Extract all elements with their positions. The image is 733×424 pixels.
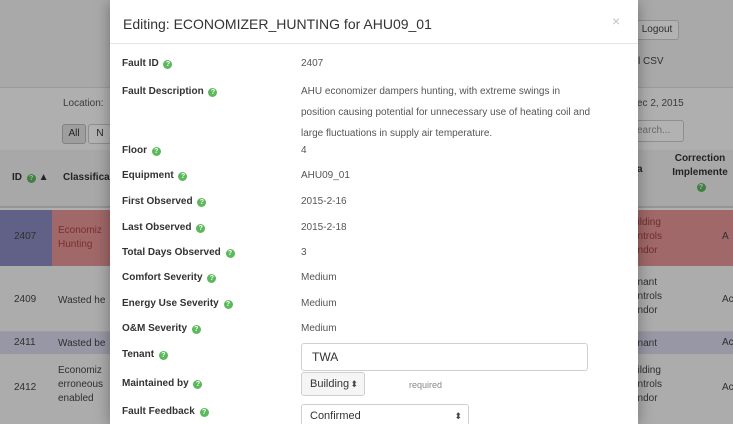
energy-severity-label: Energy Use Severity ? bbox=[122, 298, 233, 309]
help-icon[interactable]: ? bbox=[163, 60, 173, 69]
edit-fault-modal: Editing: ECONOMIZER_HUNTING for AHU09_01… bbox=[110, 0, 638, 424]
floor-value: 4 bbox=[301, 145, 307, 156]
fault-description-label: Fault Description ? bbox=[122, 86, 218, 97]
last-observed-value: 2015-2-18 bbox=[301, 222, 347, 233]
fault-id-value: 2407 bbox=[301, 58, 324, 69]
help-icon[interactable]: ? bbox=[207, 274, 217, 283]
help-icon[interactable]: ? bbox=[208, 88, 218, 97]
select-arrows-icon: ⬍ bbox=[350, 379, 358, 389]
equipment-value: AHU09_01 bbox=[301, 170, 350, 181]
maintained-by-label: Maintained by ? bbox=[122, 378, 203, 389]
modal-title: Editing: ECONOMIZER_HUNTING for AHU09_01 bbox=[123, 16, 432, 32]
comfort-severity-value: Medium bbox=[301, 272, 337, 283]
help-icon[interactable]: ? bbox=[223, 300, 233, 309]
required-note: required bbox=[409, 380, 443, 390]
help-icon[interactable]: ? bbox=[196, 224, 206, 233]
total-days-value: 3 bbox=[301, 247, 307, 258]
help-icon[interactable]: ? bbox=[193, 380, 203, 389]
help-icon[interactable]: ? bbox=[199, 408, 209, 417]
tenant-input[interactable] bbox=[301, 343, 588, 371]
maintained-by-select[interactable]: Building ⬍ bbox=[301, 372, 365, 396]
om-severity-value: Medium bbox=[301, 323, 337, 334]
select-arrows-icon: ⬍ bbox=[454, 411, 462, 421]
help-icon[interactable]: ? bbox=[225, 249, 235, 258]
equipment-label: Equipment ? bbox=[122, 170, 188, 181]
first-observed-value: 2015-2-16 bbox=[301, 196, 347, 207]
comfort-severity-label: Comfort Severity ? bbox=[122, 272, 217, 283]
help-icon[interactable]: ? bbox=[178, 172, 188, 181]
tenant-label: Tenant ? bbox=[122, 349, 168, 360]
help-icon[interactable]: ? bbox=[197, 198, 207, 207]
energy-severity-value: Medium bbox=[301, 298, 337, 309]
first-observed-label: First Observed ? bbox=[122, 196, 207, 207]
help-icon[interactable]: ? bbox=[158, 351, 168, 360]
last-observed-label: Last Observed ? bbox=[122, 222, 206, 233]
modal-header: Editing: ECONOMIZER_HUNTING for AHU09_01… bbox=[110, 0, 638, 44]
help-icon[interactable]: ? bbox=[191, 325, 201, 334]
help-icon[interactable]: ? bbox=[151, 147, 161, 156]
total-days-label: Total Days Observed ? bbox=[122, 247, 235, 258]
fault-feedback-select[interactable]: Confirmed ⬍ bbox=[301, 404, 469, 424]
close-icon[interactable]: × bbox=[612, 13, 620, 29]
fault-description-value: AHU economizer dampers hunting, with ext… bbox=[301, 86, 591, 139]
fault-feedback-label: Fault Feedback ? bbox=[122, 406, 209, 417]
om-severity-label: O&M Severity ? bbox=[122, 323, 201, 334]
fault-feedback-selected: Confirmed bbox=[310, 410, 361, 422]
fault-id-label: Fault ID ? bbox=[122, 58, 173, 69]
maintained-by-selected: Building bbox=[310, 378, 350, 390]
floor-label: Floor ? bbox=[122, 145, 161, 156]
